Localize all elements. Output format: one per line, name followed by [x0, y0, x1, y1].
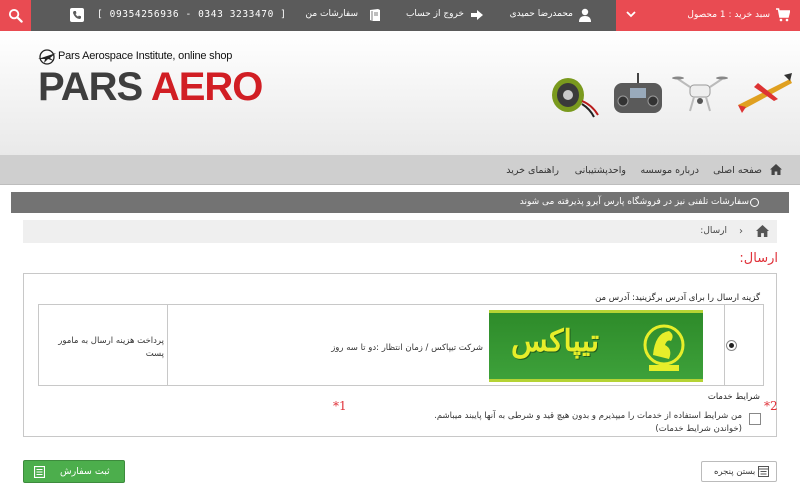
cell-divider [167, 305, 168, 385]
breadcrumb-current: ارسال: [700, 226, 727, 236]
phone-icon [70, 8, 84, 22]
top-bar: [ 09354256936 - 0343 3233470 ] سفارشات م… [0, 0, 800, 31]
terms-agreement-text: من شرایط استفاده از خدمات را میپذیرم و ب… [434, 411, 742, 421]
annotation-mark-1: *1 [333, 399, 347, 413]
shipping-choose-label: گزینه ارسال را برای آدرس برگزینید: آدرس … [595, 293, 760, 303]
annotation-mark-2: *2 [764, 399, 778, 413]
shipping-option-row[interactable]: تیپاکس شرکت تیپاکس / زمان انتظار :دو تا … [38, 304, 764, 386]
cell-divider [724, 305, 725, 385]
nav-support[interactable]: واحدپشتیبانی [575, 165, 626, 176]
breadcrumb-home-icon[interactable] [756, 225, 769, 237]
search-button[interactable] [0, 0, 31, 31]
terms-title: شرایط خدمات [707, 392, 760, 402]
breadcrumb: › ارسال: [23, 220, 777, 243]
read-terms-link[interactable]: (خواندن شرایط خدمات) [655, 424, 742, 434]
main-nav: صفحه اصلی درباره موسسه واحدپشتیبانی راهن… [0, 155, 800, 185]
close-window-label: بستن پنجره [714, 467, 756, 477]
close-window-button[interactable]: بستن پنجره [701, 461, 777, 482]
terms-checkbox[interactable] [749, 413, 761, 425]
user-name[interactable]: محمدرضا حمیدی [510, 9, 573, 19]
window-icon [758, 466, 769, 477]
drone-image [672, 76, 728, 112]
document-icon [34, 466, 45, 478]
rc-plane-image [738, 73, 792, 113]
cart-label: سبد خرید : 1 محصول [687, 10, 770, 20]
logo-word-aero: AERO [150, 65, 264, 109]
shipping-cost-note: پرداخت هزینه ارسال به مامور پست [58, 336, 164, 359]
info-circle-icon [750, 198, 759, 207]
remote-control-image [614, 73, 662, 113]
page-title: ارسال: [739, 251, 778, 266]
shipping-radio[interactable] [726, 340, 737, 351]
shipping-description: شرکت تیپاکس / زمان انتظار :دو تا سه روز [331, 343, 483, 353]
notice-text: سفارشات تلفنی نیز در فروشگاه پارس آیرو پ… [519, 197, 749, 207]
home-icon[interactable] [770, 164, 782, 175]
submit-order-button[interactable]: ثبت سفارش [23, 460, 125, 483]
search-icon [8, 8, 23, 23]
cart-summary[interactable]: سبد خرید : 1 محصول [616, 0, 800, 31]
logout-icon [471, 10, 483, 20]
shipping-panel: گزینه ارسال را برای آدرس برگزینید: آدرس … [23, 273, 777, 437]
cart-icon [776, 8, 790, 22]
nav-home[interactable]: صفحه اصلی [713, 165, 762, 176]
book-icon [370, 9, 380, 21]
submit-order-label: ثبت سفارش [60, 466, 110, 477]
motor-image [552, 78, 599, 118]
site-header: Pars Aerospace Institute, online shop PA… [0, 31, 800, 155]
nav-about[interactable]: درباره موسسه [641, 165, 699, 176]
user-icon [579, 8, 591, 22]
notice-bar: سفارشات تلفنی نیز در فروشگاه پارس آیرو پ… [11, 192, 789, 213]
phone-numbers: [ 09354256936 - 0343 3233470 ] [97, 9, 287, 20]
tipax-logo-text: تیپاکس [511, 324, 600, 359]
tipax-logo: تیپاکس [489, 310, 703, 382]
site-logo[interactable]: PARS AERO [38, 59, 264, 115]
nav-guide[interactable]: راهنمای خرید [506, 165, 559, 176]
logout-link[interactable]: خروج از حساب [406, 9, 464, 19]
tipax-emblem-icon [643, 324, 685, 371]
chevron-down-icon[interactable] [626, 9, 636, 19]
my-orders-link[interactable]: سفارشات من [306, 9, 358, 19]
logo-word-pars: PARS [38, 65, 143, 109]
breadcrumb-separator: › [739, 226, 743, 237]
